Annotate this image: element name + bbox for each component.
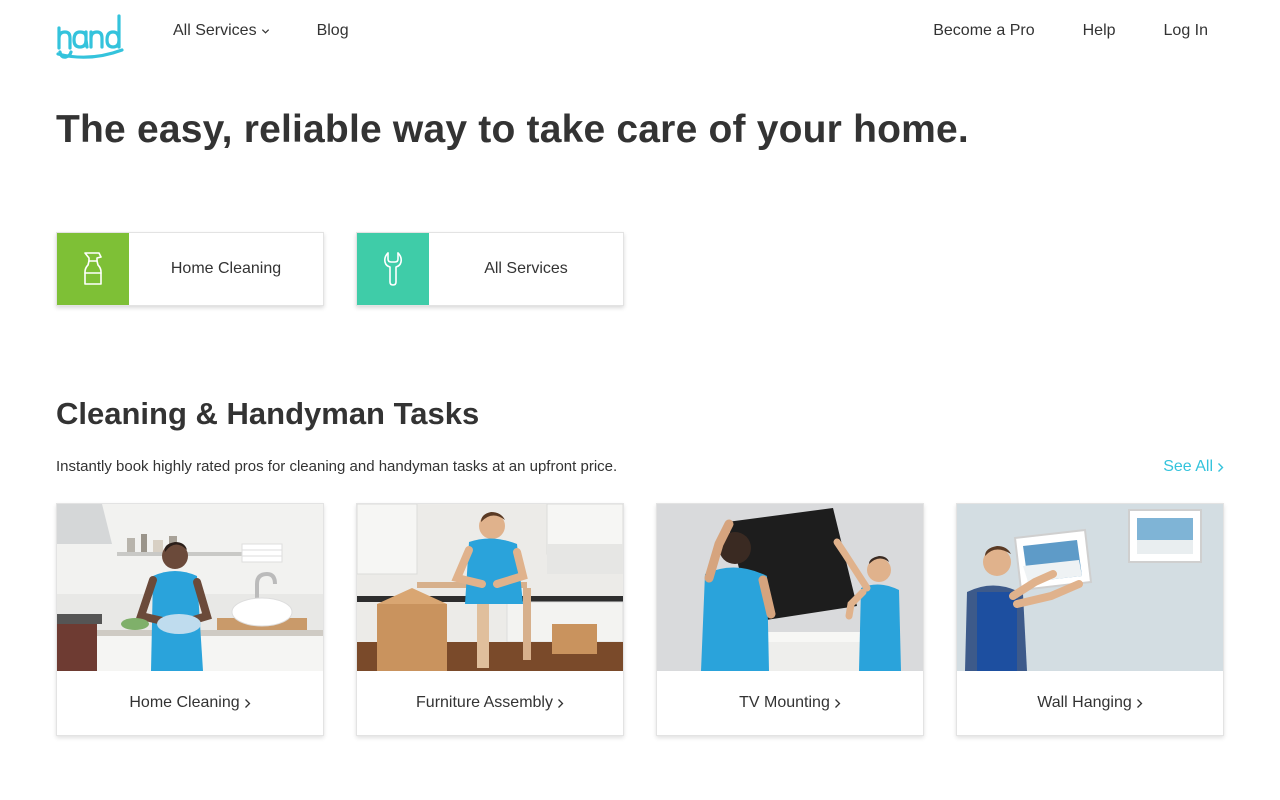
nav-blog[interactable]: Blog	[317, 22, 349, 40]
hero-title: The easy, reliable way to take care of y…	[56, 108, 969, 151]
wrench-icon	[384, 252, 402, 286]
chevron-right-icon	[834, 698, 841, 708]
task-card-furniture-assembly[interactable]: Furniture Assembly	[356, 503, 624, 736]
nav-log-in[interactable]: Log In	[1164, 22, 1208, 40]
see-all-link[interactable]: See All	[1163, 458, 1224, 476]
chevron-right-icon	[1218, 462, 1224, 472]
home-cleaning-service-label: Home Cleaning	[170, 260, 282, 277]
wall-hanging-photo	[957, 504, 1223, 671]
task-card-label: Furniture Assembly	[357, 671, 623, 735]
chevron-down-icon	[261, 28, 269, 34]
nav-become-a-pro[interactable]: Become a Pro	[933, 22, 1034, 40]
all-services-icon-box	[357, 233, 429, 305]
chevron-right-icon	[558, 698, 564, 708]
task-card-label: Home Cleaning	[57, 671, 323, 735]
tasks-section-subtitle: Instantly book highly rated pros for cle…	[56, 458, 618, 475]
handy-logo[interactable]	[56, 10, 126, 60]
tv-mounting-photo	[657, 504, 923, 671]
home-cleaning-icon-box	[57, 233, 129, 305]
furniture-assembly-photo	[357, 504, 623, 671]
home-cleaning-service-button[interactable]: Home Cleaning	[56, 232, 324, 306]
kitchen-cleaning-photo	[57, 504, 323, 671]
spray-bottle-icon	[84, 252, 102, 285]
chevron-right-icon	[244, 698, 251, 708]
all-services-label: All Services	[484, 260, 568, 277]
task-card-title: TV Mounting	[739, 694, 830, 711]
task-card-wall-hanging[interactable]: Wall Hanging	[956, 503, 1224, 736]
nav-help[interactable]: Help	[1083, 22, 1116, 40]
all-services-button[interactable]: All Services	[356, 232, 624, 306]
tasks-section-title: Cleaning & Handyman Tasks	[56, 396, 480, 431]
site-header: All Services Blog Become a Pro Help Log …	[0, 0, 1280, 70]
task-card-title: Home Cleaning	[129, 694, 240, 711]
nav-all-services-label: All Services	[173, 22, 257, 39]
task-card-label: Wall Hanging	[957, 671, 1223, 735]
see-all-label: See All	[1163, 458, 1213, 475]
handy-logo-icon	[56, 14, 124, 59]
chevron-right-icon	[1136, 698, 1143, 708]
primary-nav: All Services Blog	[173, 22, 349, 40]
task-card-title: Furniture Assembly	[416, 694, 553, 711]
task-card-tv-mounting[interactable]: TV Mounting	[656, 503, 924, 736]
task-card-home-cleaning[interactable]: Home Cleaning	[56, 503, 324, 736]
task-card-label: TV Mounting	[657, 671, 923, 735]
task-card-title: Wall Hanging	[1037, 694, 1132, 711]
nav-all-services-dropdown[interactable]: All Services	[173, 22, 270, 40]
account-nav: Become a Pro Help Log In	[885, 22, 1208, 40]
